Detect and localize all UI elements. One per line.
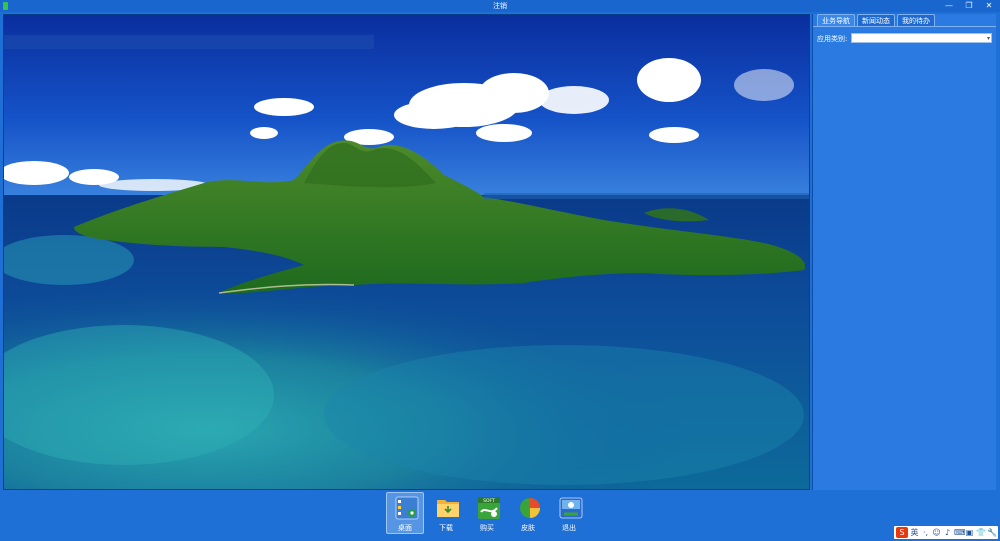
category-select[interactable]: ▾ — [851, 33, 992, 43]
voice-icon[interactable]: ♪ — [943, 527, 952, 538]
dock-item-download[interactable]: 下载 — [427, 492, 465, 534]
dock-item-exit[interactable]: 退出 — [550, 492, 588, 534]
dock-label-exit: 退出 — [562, 524, 576, 532]
dock-item-desktop[interactable]: 桌面 — [386, 492, 424, 534]
desktop-icon — [395, 496, 419, 520]
settings-wrench-icon[interactable]: 🔧 — [987, 527, 997, 538]
toolbox-icon[interactable]: ▣ — [965, 527, 974, 538]
chevron-down-icon[interactable]: ▾ — [987, 34, 990, 43]
soft-buy-icon: SOFT — [478, 497, 500, 519]
skin-shirt-icon[interactable]: 👕 — [976, 527, 986, 538]
island-wallpaper-image — [4, 15, 809, 489]
dock-label-desktop: 桌面 — [398, 524, 412, 532]
category-label: 应用类别: — [817, 35, 848, 43]
ime-language-toggle[interactable]: 英 — [910, 527, 919, 538]
dock-item-skin[interactable]: 皮肤 — [509, 492, 547, 534]
punctuation-icon[interactable]: ·, — [921, 527, 930, 538]
system-tray: S 英 ·, ☺ ♪ ⌨ ▣ 👕 🔧 — [894, 526, 998, 539]
window-controls: — ❐ ✕ — [942, 0, 996, 11]
desktop-wallpaper — [3, 14, 810, 490]
close-button[interactable]: ✕ — [982, 0, 996, 11]
title-bar: 注销 — ❐ ✕ — [0, 0, 1000, 12]
right-panel: 业务导航 新闻动态 我的待办 应用类别: ▾ — [812, 14, 996, 490]
soft-badge: SOFT — [483, 498, 495, 504]
dock: 桌面 下载 SOFT 购买 皮肤 退出 — [386, 492, 588, 534]
skin-pie-icon — [520, 498, 540, 518]
tab-divider — [813, 26, 996, 27]
emoji-icon[interactable]: ☺ — [932, 527, 941, 538]
minimize-button[interactable]: — — [942, 0, 956, 11]
dock-label-buy: 购买 — [480, 524, 494, 532]
dock-label-download: 下载 — [439, 524, 453, 532]
keyboard-icon[interactable]: ⌨ — [954, 527, 966, 538]
sogou-ime-icon[interactable]: S — [896, 527, 908, 538]
download-folder-icon — [437, 500, 459, 517]
dock-item-buy[interactable]: SOFT 购买 — [468, 492, 506, 534]
restore-button[interactable]: ❐ — [962, 0, 976, 11]
exit-icon — [559, 497, 583, 519]
dock-label-skin: 皮肤 — [521, 524, 535, 532]
window-title: 注销 — [493, 2, 507, 10]
